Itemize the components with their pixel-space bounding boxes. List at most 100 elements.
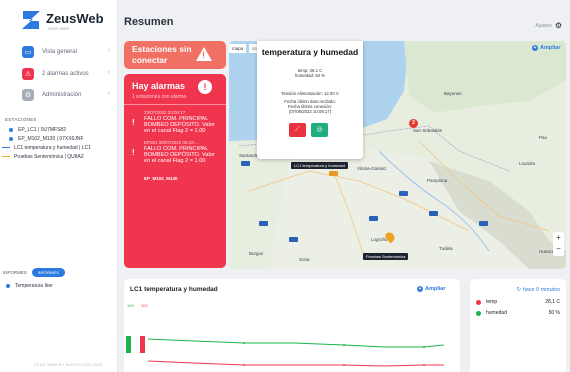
monitor-icon: ▭ [22,46,34,58]
zoom-in-icon: + [532,45,538,51]
alarm-message: FALLO COM. PRINCIPAL BOMBEO DEPÓSITO. Va… [144,146,215,164]
road-sign [399,191,408,196]
popup-title: temperatura y humedad [261,47,359,57]
popup-line: humedad: 50 % [294,73,326,78]
place-label: Tudela [439,246,453,251]
place-label: San Sebastián [413,128,443,133]
nav-administracion[interactable]: ⚙ Administración › [0,85,118,105]
bullet-icon [476,299,481,305]
nav-label: 2 alarmas activos [42,71,89,77]
refresh-button[interactable]: ↻ hace 0 minutos [517,287,560,293]
zeus-logo-icon [22,11,40,29]
alert-icon: ! [132,148,135,157]
station-item[interactable]: Pruebas Sentemónica | QU8A2 [0,152,118,161]
zoom-out-icon[interactable]: − [553,243,564,254]
since-label: hace 0 minutos [522,287,560,293]
nav-label: Administración [42,92,82,98]
road-sign [369,216,378,221]
disconnected-card[interactable]: Estaciones sin conectar [124,41,226,69]
popup-line: (07/08/2022 10:09:17) [288,109,332,114]
value-name: humedad [486,310,507,316]
info-button[interactable]: ◎ [311,123,328,137]
station-marker-icon [9,127,13,132]
chart-button[interactable]: ⟋ [289,123,306,137]
footer-text: ZEUS WEB BY MICROCOM 2022 [34,362,103,367]
chevron-right-icon: › [107,47,110,54]
pin-label: Pruebas Sentemónica [363,253,409,260]
sidebar: ZeusWeb ZEUS WEB ▭ Vista general › ⚠ 2 a… [0,0,118,372]
page-title: Resumen [124,16,174,28]
pin-label: LC1 temperatura y humedad [291,162,348,169]
road-sign [429,211,438,216]
station-item[interactable]: EP_M102_M130 | 07XX6JNF [0,134,118,143]
nav-label: Vista general [42,49,77,55]
place-label: Bayonne [444,91,462,96]
bell-icon: ⚠ [22,68,34,80]
nav-alarmas[interactable]: ⚠ 2 alarmas activos › [0,64,118,84]
line-chart [126,336,445,367]
place-label: Pamplona [427,178,448,183]
nav-vista-general[interactable]: ▭ Vista general › [0,42,118,62]
alarms-subtitle: 1 estaciones con alarma [132,94,187,100]
brand-name: ZeusWeb [46,11,104,26]
chart-card: LC1 temperatura y humedad + Ampliar 100 … [124,279,460,372]
value-row: temp 28,1 C [476,299,560,305]
bullet-icon [6,283,10,288]
series-marker [140,336,145,353]
alarm-station: EP_M102_M130 [144,176,178,181]
value-row: humedad 50 % [476,310,560,316]
informes-section: INFORMES INFORMES [3,268,65,277]
station-marker-icon [2,155,10,158]
alarm-message: FALLO COM. PRINCIPAL BOMBEO DEPÓSITO. Va… [144,116,215,134]
road-sign [241,161,250,166]
chevron-right-icon: › [107,90,110,97]
road-sign [289,237,298,242]
value-value: 28,1 C [545,299,560,305]
chevron-right-icon: › [107,69,110,76]
series-line-temp [147,360,444,367]
alert-icon: ! [198,80,212,94]
ampliar-label: Ampliar [540,45,561,51]
alarms-card[interactable]: Hay alarmas 1 estaciones con alarma ! ! … [124,74,226,268]
recent-values-card: ↻ hace 0 minutos temp 28,1 C humedad 50 … [470,279,566,372]
series-marker [126,336,131,353]
disconnected-title: Estaciones sin conectar [132,44,192,65]
station-marker-icon [9,136,13,141]
zoom-control[interactable]: + − [553,232,564,256]
station-label: EP_LC1 | 0U7MFS82 [18,126,66,133]
station-item[interactable]: LC1 temperatura y humedad | LC1 [0,143,118,152]
warning-icon [196,47,212,61]
place-label: Huesca [539,249,555,254]
divider [124,104,226,105]
road-sign [329,171,338,176]
informe-item-label: Temperatura Iker [15,282,53,289]
alarm-date: 22/07/2022 23:00:17 [144,110,186,115]
settings-label: Ajustes [535,22,552,29]
station-label: Pruebas Sentemónica | QU8A2 [14,153,84,160]
place-label: Burgos [249,251,264,256]
tab-mapa[interactable]: mapa [229,44,247,53]
stations-title: ESTACIONES [5,117,37,122]
value-name: temp [486,299,498,305]
settings-button[interactable]: Ajustes ⚙ [535,21,562,30]
place-label: Pau [539,135,548,140]
zoom-in-icon[interactable]: + [553,232,564,243]
informes-title: INFORMES [3,270,27,275]
station-item[interactable]: EP_LC1 | 0U7MFS82 [0,125,118,134]
informes-pill-button[interactable]: INFORMES [31,268,65,277]
alarm-date: EP001 08/07/2022 06:43:... [144,140,199,145]
map-popup[interactable]: temperatura y humedad temp: 28.1 C humed… [257,41,363,159]
place-label: Lourdes [519,161,536,166]
road-sign [259,221,268,226]
cluster-marker[interactable]: 2 [409,119,418,128]
map-ampliar-button[interactable]: + Ampliar [532,45,560,51]
admin-icon: ⚙ [22,89,34,101]
bullet-icon [476,310,481,316]
brand-sub: ZEUS WEB [48,26,69,31]
value-value: 50 % [548,310,560,316]
alert-icon: ! [132,118,135,127]
station-label: LC1 temperatura y humedad | LC1 [14,144,91,151]
station-marker-icon [2,146,10,149]
gear-icon: ⚙ [554,21,562,30]
informe-item[interactable]: Temperatura Iker [0,281,118,290]
